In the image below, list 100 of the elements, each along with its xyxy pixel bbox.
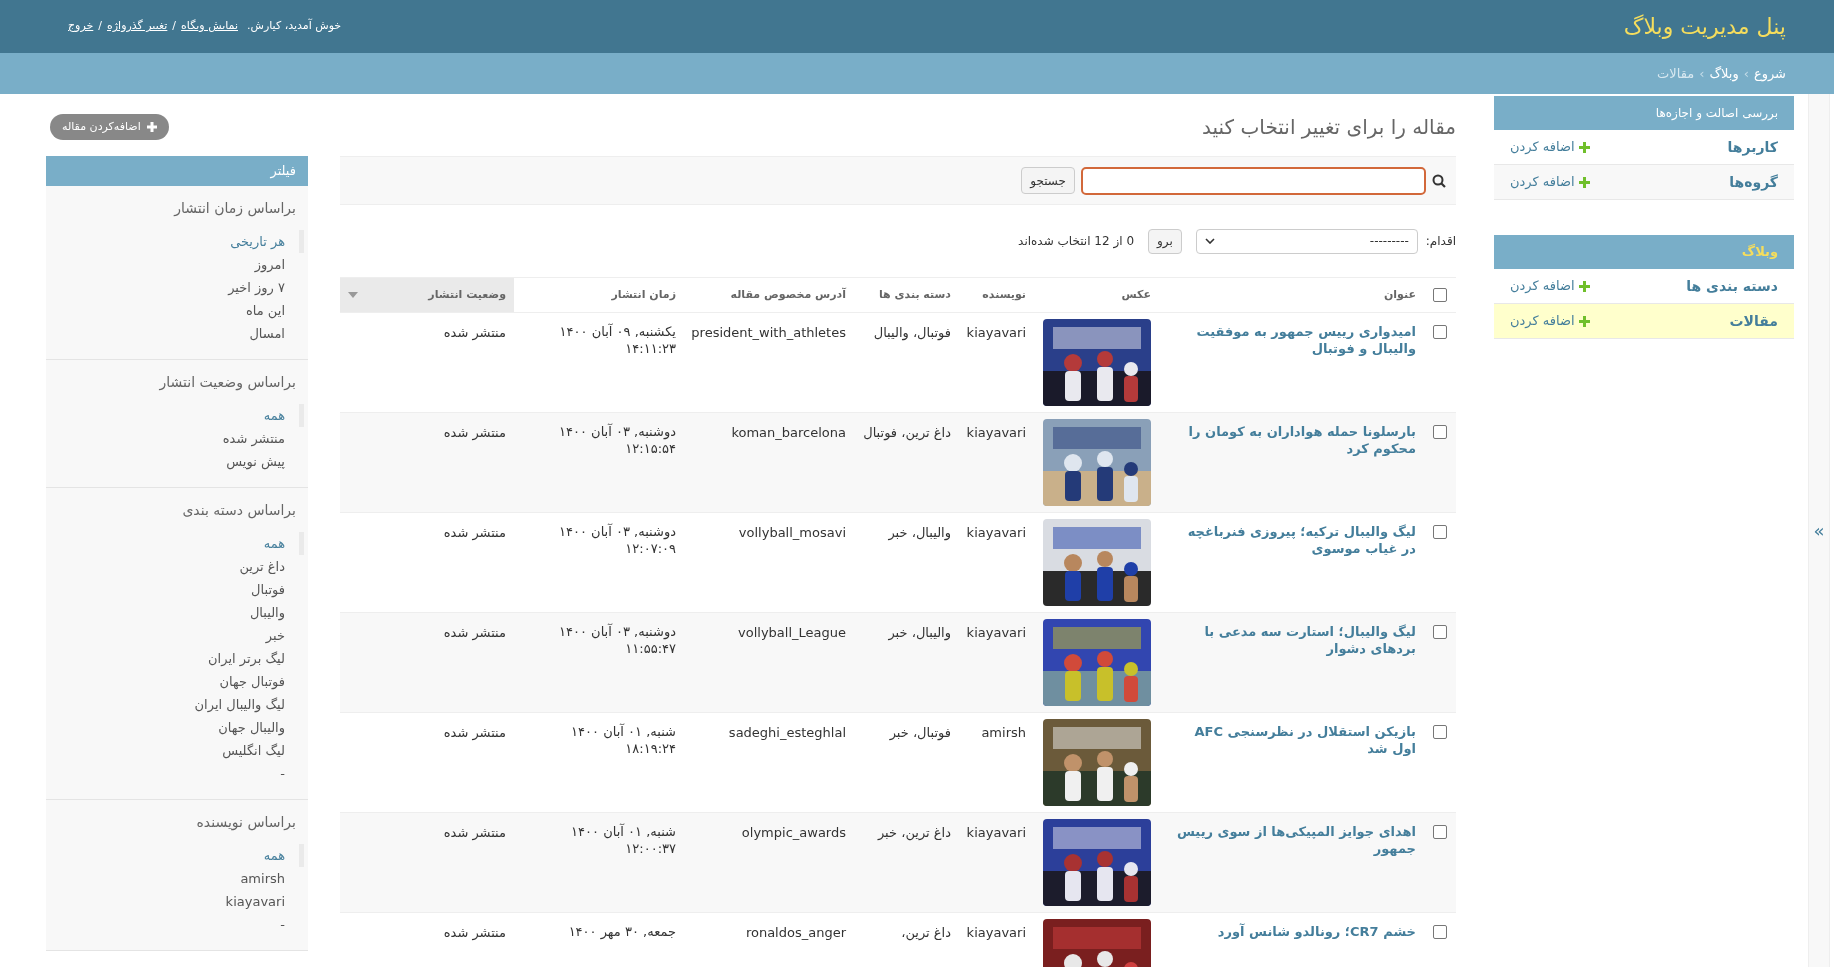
column-header[interactable]: وضعیت انتشار bbox=[340, 278, 514, 312]
table-cell: president_with_athletes bbox=[691, 325, 846, 340]
separator: / bbox=[98, 18, 102, 35]
breadcrumb-current: مقالات bbox=[1657, 64, 1695, 83]
article-title-link[interactable]: امیدواری رییس جمهور به موفقیت والیبال و فوتبال bbox=[1167, 323, 1416, 357]
checkbox[interactable] bbox=[1433, 825, 1447, 839]
filter-option[interactable]: داغ ترین bbox=[46, 555, 304, 578]
table-cell: منتشر شده bbox=[443, 825, 506, 840]
checkbox[interactable] bbox=[1433, 725, 1447, 739]
table-cell: vollyball_mosavi bbox=[738, 525, 846, 540]
filter-option[interactable]: منتشر شده bbox=[46, 427, 304, 450]
search-field[interactable] bbox=[1081, 166, 1426, 195]
model-link[interactable]: دسته بندی ها bbox=[1686, 275, 1778, 297]
article-title-link[interactable]: اهدای جوایز المپیکی‌ها از سوی رییس جمهور bbox=[1167, 823, 1416, 857]
filter-option[interactable]: فوتبال جهان bbox=[46, 670, 304, 693]
add-link[interactable]: اضافه کردن bbox=[1510, 276, 1590, 296]
page-title: مقاله را برای تغییر انتخاب کنید bbox=[1202, 114, 1456, 141]
model-link[interactable]: گروه‌ها bbox=[1729, 171, 1778, 193]
filter-section-title: براساس دسته بندی bbox=[181, 501, 297, 521]
table-cell: منتشر شده bbox=[443, 525, 506, 540]
action-select[interactable]: --------- bbox=[1195, 228, 1418, 254]
column-header[interactable]: عنوان bbox=[1159, 278, 1424, 312]
table-cell-text: یکشنبه, ۰۹ آبان ۱۴۰۰ ۱۴:۱۱:۲۳ bbox=[558, 323, 676, 357]
table-cell-text: دوشنبه, ۰۳ آبان ۱۴۰۰ ۱۲:۰۷:۰۹ bbox=[558, 523, 676, 557]
plus-icon bbox=[1578, 141, 1590, 153]
filter-option[interactable]: لیگ انگلیس bbox=[46, 739, 304, 762]
filter-option[interactable]: لیگ برتر ایران bbox=[46, 647, 304, 670]
search-button[interactable]: جستجو bbox=[1021, 167, 1075, 194]
plus-icon bbox=[146, 122, 157, 132]
filter-option[interactable]: والیبال bbox=[46, 601, 304, 624]
table-cell: kiayavari bbox=[966, 425, 1026, 440]
sidebar-toggle[interactable]: » bbox=[1808, 517, 1830, 544]
checkbox[interactable] bbox=[1433, 325, 1447, 339]
table-cell: kiayavari bbox=[966, 325, 1026, 340]
header-link[interactable]: نمایش وبگاه bbox=[181, 18, 238, 35]
filter-option[interactable]: amirsh bbox=[46, 867, 304, 890]
filter-option[interactable]: همه bbox=[46, 844, 304, 867]
table-cell-text: فوتبال، خبر bbox=[888, 724, 951, 743]
article-title-link[interactable]: خشم CR7؛ رونالدو شانس آورد bbox=[1167, 923, 1416, 940]
filter-option[interactable]: هر تاریخی bbox=[46, 230, 304, 253]
table-cell: منتشر شده bbox=[443, 625, 506, 640]
filter-option[interactable]: فوتبال bbox=[46, 578, 304, 601]
table-cell-text: داغ ترین، خبر bbox=[876, 824, 951, 843]
table-cell-text: والیبال، خبر bbox=[887, 524, 951, 543]
column-header[interactable]: نویسنده bbox=[959, 278, 1034, 312]
filter-option[interactable]: همه bbox=[46, 404, 304, 427]
filter-option[interactable]: همه bbox=[46, 532, 304, 555]
filter-header: فیلتر bbox=[46, 156, 308, 186]
sort-icon bbox=[348, 292, 358, 298]
separator: / bbox=[172, 18, 177, 35]
filter-section-title: براساس زمان انتشار bbox=[172, 199, 297, 219]
filter-option[interactable]: امروز bbox=[46, 253, 304, 276]
table-cell: منتشر شده bbox=[443, 925, 506, 940]
add-article-button[interactable]: اضافه‌کردن مقاله bbox=[50, 114, 169, 140]
filter-option[interactable]: امسال bbox=[46, 322, 304, 345]
column-header[interactable]: عکس bbox=[1034, 278, 1159, 312]
table-cell: vollyball_League bbox=[738, 625, 846, 640]
checkbox[interactable] bbox=[1433, 525, 1447, 539]
filter-option[interactable]: پیش نویس bbox=[46, 450, 304, 473]
article-title-link[interactable]: بازیکن استقلال در نظرسنجی AFC اول شد bbox=[1167, 723, 1416, 757]
filter-option[interactable]: خبر bbox=[46, 624, 304, 647]
model-link[interactable]: مقالات bbox=[1729, 310, 1778, 332]
chevron-down-icon bbox=[1204, 238, 1215, 244]
filter-option[interactable]: لیگ والیبال ایران bbox=[46, 693, 304, 716]
table-cell: olympic_awards bbox=[741, 825, 846, 840]
table-cell: kiayavari bbox=[966, 525, 1026, 540]
model-row[interactable]: گروه‌ها اضافه کردن bbox=[1494, 165, 1794, 200]
column-header[interactable]: زمان انتشار bbox=[514, 278, 684, 312]
article-title-link[interactable]: بارسلونا حمله هواداران به کومان را محکوم کرد bbox=[1167, 423, 1416, 457]
article-title-link[interactable]: لیگ والیبال؛ استارت سه مدعی با بردهای دشوار bbox=[1167, 623, 1416, 657]
table-cell-text: والیبال، خبر bbox=[887, 624, 951, 643]
checkbox[interactable] bbox=[1433, 625, 1447, 639]
search-icon bbox=[1432, 173, 1446, 188]
checkbox[interactable] bbox=[1433, 288, 1447, 302]
table-cell: منتشر شده bbox=[443, 325, 506, 340]
breadcrumb-separator: › bbox=[1743, 64, 1749, 83]
table-cell-text: داغ ترین، bbox=[900, 924, 951, 943]
plus-icon bbox=[1578, 315, 1590, 327]
model-row[interactable]: مقالات اضافه کردن bbox=[1494, 304, 1794, 339]
go-button[interactable]: برو bbox=[1148, 228, 1182, 254]
module-caption: وبلاگ bbox=[1494, 235, 1794, 269]
filter-option[interactable]: kiayavari bbox=[46, 890, 304, 913]
header-link[interactable]: تغییر گذرواژه bbox=[107, 18, 168, 35]
filter-option[interactable]: - bbox=[46, 762, 304, 785]
column-header[interactable]: آدرس مخصوص مقاله bbox=[684, 278, 854, 312]
filter-option[interactable]: والیبال جهان bbox=[46, 716, 304, 739]
filter-section-title: براساس وضعیت انتشار bbox=[158, 373, 297, 393]
checkbox[interactable] bbox=[1433, 925, 1447, 939]
add-link[interactable]: اضافه کردن bbox=[1510, 311, 1590, 331]
article-title-link[interactable]: لیگ والیبال ترکیه؛ پیروزی فنرباغچه در غیاب موسوی bbox=[1167, 523, 1416, 557]
column-header[interactable]: دسته بندی ها bbox=[854, 278, 959, 312]
add-link[interactable]: اضافه کردن bbox=[1510, 137, 1590, 157]
header-link[interactable]: خروج bbox=[68, 18, 94, 35]
filter-option[interactable]: ۷ روز اخیر bbox=[46, 276, 304, 299]
table-cell: منتشر شده bbox=[443, 425, 506, 440]
add-link[interactable]: اضافه کردن bbox=[1510, 172, 1590, 192]
checkbox[interactable] bbox=[1433, 425, 1447, 439]
filter-option[interactable]: این ماه bbox=[46, 299, 304, 322]
model-link[interactable]: کاربرها bbox=[1727, 136, 1778, 158]
filter-option[interactable]: - bbox=[46, 913, 304, 936]
